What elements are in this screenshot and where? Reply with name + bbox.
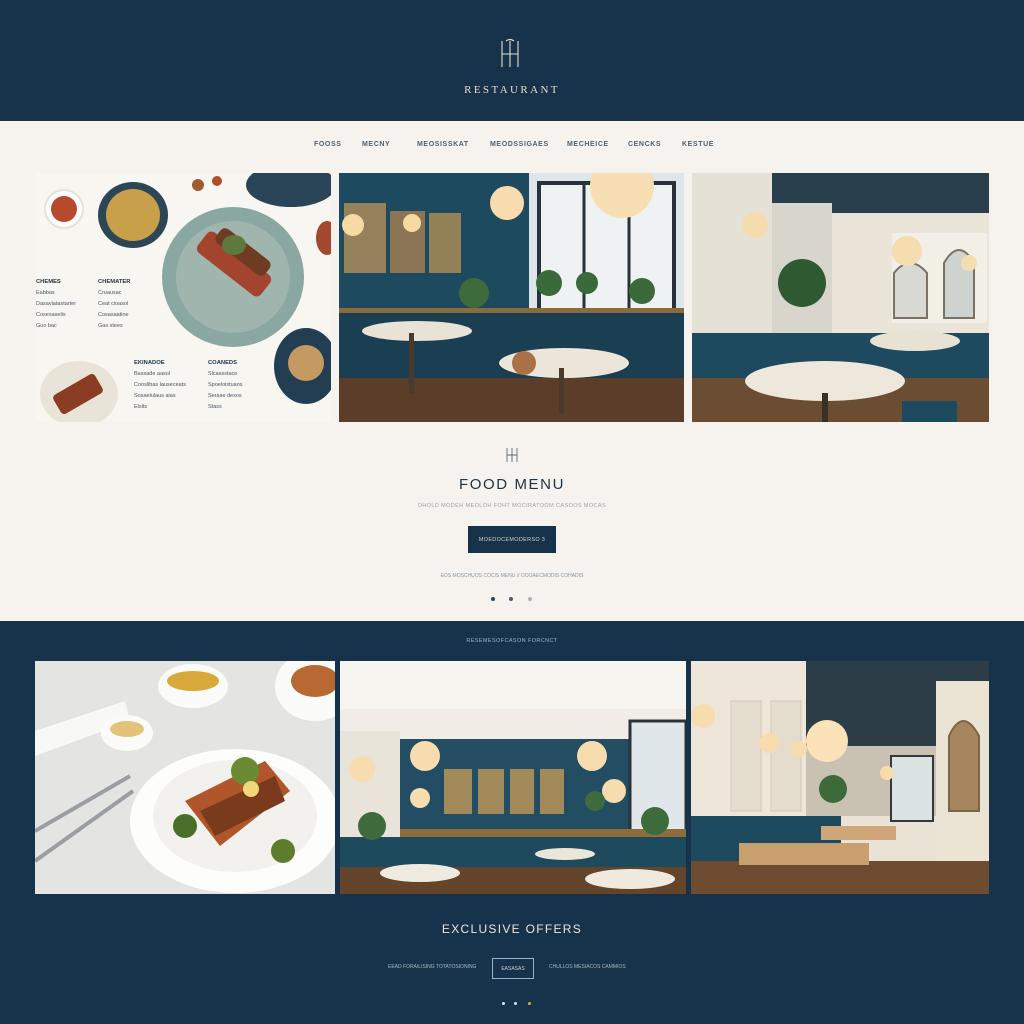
- menu-column-3: EKINADOE Bassade aasol Cooslibas lausece…: [134, 358, 186, 413]
- menu-column-4: COANEDS Slcassstace Spoeloistuaos Serase…: [208, 358, 243, 413]
- small-logo-icon: [506, 448, 518, 462]
- menu-line: Serase desos: [208, 393, 242, 399]
- nav-item-6[interactable]: CENCKS: [628, 141, 661, 148]
- offer-right-text: CHULLOS MESIACOS CAMMIOS: [549, 964, 626, 970]
- menu-line: Dasaviatastarter: [36, 301, 77, 307]
- menu-line: Eabbas: [36, 290, 55, 296]
- section-subtitle: DHOLD MODEH MEOLOH FOHT MOCIRATOOM CASOO…: [417, 503, 607, 509]
- menu-line: Elslts: [134, 404, 148, 410]
- greens: [222, 235, 246, 255]
- dining-room-illustration: [339, 173, 684, 422]
- nav-item-2[interactable]: MECNY: [362, 141, 390, 148]
- interior-photo-4[interactable]: [691, 661, 989, 894]
- plated-dish-illustration: [35, 661, 335, 894]
- interior-photo-2[interactable]: [692, 173, 989, 422]
- bowl-right: [316, 221, 331, 255]
- nav-item-7[interactable]: KESTUE: [682, 141, 714, 148]
- menu-line: Gas stees: [98, 323, 123, 329]
- carousel-dot-1[interactable]: [491, 597, 495, 601]
- nav-item-1[interactable]: FOOSS: [314, 141, 342, 148]
- interior-photo-1[interactable]: [339, 173, 684, 422]
- menu-column-1: CHEMES Eabbas Dasaviatastarter Cosesasel…: [36, 277, 76, 332]
- sauce: [51, 196, 77, 222]
- offers-title: EXCLUSIVE OFFERS: [441, 922, 583, 936]
- nav-item-3[interactable]: MEOSISSKAT: [417, 141, 469, 148]
- spice-dish-1: [192, 179, 204, 191]
- brand-name[interactable]: RESTAURANT: [0, 84, 1024, 96]
- menu-heading: COANEDS: [208, 360, 237, 366]
- dining-room-illustration: [691, 661, 989, 894]
- nav-item-5[interactable]: MECHEICE: [567, 141, 609, 148]
- menu-heading: EKINADOE: [134, 360, 165, 366]
- dining-room-illustration: [340, 661, 686, 894]
- logo-icon[interactable]: [497, 38, 523, 70]
- food-photo[interactable]: [35, 661, 335, 894]
- menu-line: Guo bac: [36, 323, 57, 329]
- menu-line: Bassade aasol: [134, 371, 171, 377]
- section-title: FOOD MENU: [458, 476, 566, 493]
- offer-dot-3[interactable]: [528, 1002, 531, 1005]
- gallery-label: RESEMESOFCASON FORCNCT: [466, 638, 558, 644]
- section-note: EOS MOSCHUOS COCIS MENU // OOOAECMODIS C…: [440, 573, 584, 579]
- view-menu-button[interactable]: MOEDOCEMODERSO 3: [468, 526, 556, 553]
- menu-line: Stass: [208, 404, 222, 410]
- menu-line: Spoeloistuaos: [208, 382, 243, 388]
- offer-dot-2[interactable]: [514, 1002, 517, 1005]
- interior-photo-3[interactable]: [340, 661, 686, 894]
- menu-line: Cosasaatine: [98, 312, 129, 318]
- side-bowl-food: [288, 345, 324, 381]
- salad: [106, 189, 160, 241]
- main-nav: FOOSS MECNY MEOSISSKAT MEODSSIGAES MECHE…: [0, 141, 1024, 153]
- dining-room-illustration: [692, 173, 989, 422]
- nav-item-4[interactable]: MEODSSIGAES: [490, 141, 549, 148]
- menu-line: Cooslibas lauseceats: [134, 382, 186, 388]
- menu-line: Sosaelulaus aias: [134, 393, 176, 399]
- menu-heading: CHEMES: [36, 279, 61, 285]
- carousel-dot-3[interactable]: [528, 597, 532, 601]
- menu-heading: CHEMATER: [98, 279, 131, 285]
- offer-dot-1[interactable]: [502, 1002, 505, 1005]
- site-header: RESTAURANT: [0, 0, 1024, 121]
- menu-line: Cruausac: [98, 290, 122, 296]
- spice-dish-2: [212, 176, 222, 186]
- menu-card-image[interactable]: CHEMES Eabbas Dasaviatastarter Cosesasel…: [36, 173, 331, 422]
- menu-line: Ceat cioasol: [98, 301, 129, 307]
- carousel-dot-2[interactable]: [509, 597, 513, 601]
- menu-line: Slcassstace: [208, 371, 238, 377]
- menu-line: Cosesaselis: [36, 312, 66, 318]
- offers-button[interactable]: EASASAS: [492, 958, 534, 979]
- menu-column-2: CHEMATER Cruausac Ceat cioasol Cosasaati…: [98, 277, 130, 332]
- top-right-plate: [246, 173, 331, 207]
- offer-left-text: EEAD FORAILISING TOTATOSIONING: [388, 964, 477, 970]
